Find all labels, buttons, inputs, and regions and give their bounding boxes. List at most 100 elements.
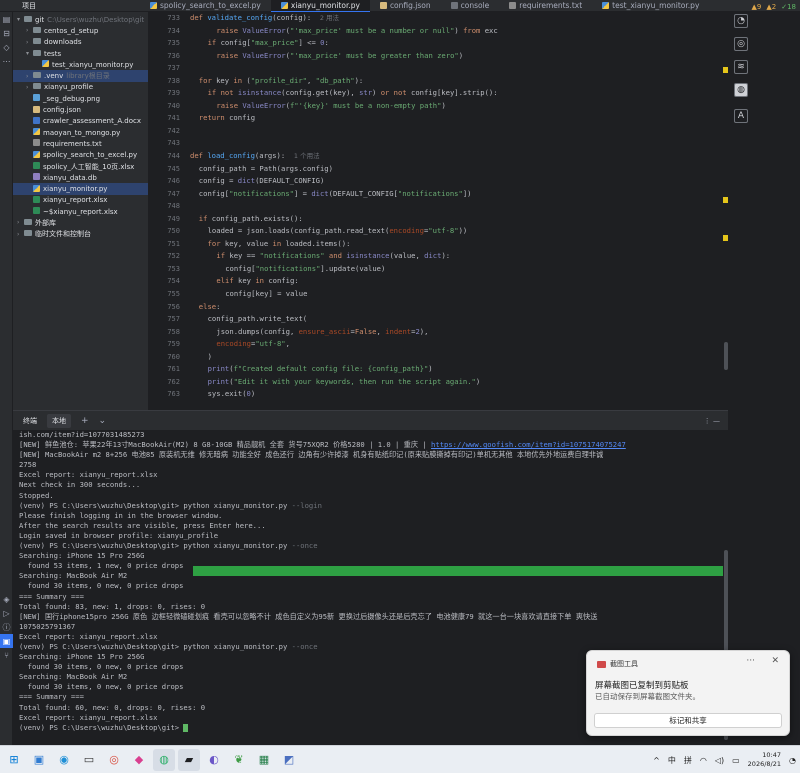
sciview-icon[interactable]: A (734, 109, 748, 123)
code-line[interactable] (190, 200, 720, 213)
git-icon[interactable]: ⑂ (0, 648, 13, 662)
app2-icon[interactable]: ◩ (278, 749, 300, 771)
code-line[interactable]: for key in ("profile_dir", "db_path"): (190, 75, 720, 88)
app-icon[interactable]: ◐ (203, 749, 225, 771)
expand-chevron-icon[interactable]: ▾ (26, 50, 33, 57)
code-line[interactable]: else: (190, 301, 720, 314)
tree-item[interactable]: requirements.txt (13, 138, 148, 149)
tree-item[interactable]: › 临时文件和控制台 (13, 229, 148, 240)
tree-item[interactable]: ~$xianyu_report.xlsx (13, 206, 148, 217)
excel-icon[interactable]: ▦ (253, 749, 275, 771)
editor-tab[interactable]: config.json (370, 0, 441, 12)
volume-icon[interactable]: ◁) (715, 756, 724, 765)
editor-tab[interactable]: xianyu_monitor.py (270, 0, 370, 12)
code-line[interactable]: encoding="utf-8", (190, 338, 720, 351)
code-line[interactable] (190, 125, 720, 138)
code-line[interactable]: elif key in config: (190, 275, 720, 288)
new-tab-button[interactable]: + (81, 416, 89, 426)
tree-item[interactable]: spolicy_search_to_excel.py (13, 150, 148, 161)
inspection-widget[interactable]: ▲9 ▲2 ✓18 (751, 3, 796, 11)
notifications-icon[interactable]: ◔ (734, 14, 748, 28)
code-line[interactable]: raise ValueError("'max_price' must be a … (190, 25, 720, 38)
code-line[interactable]: if not isinstance(config.get(key), str) … (190, 87, 720, 100)
code-line[interactable]: config["notifications"] = dict(DEFAULT_C… (190, 188, 720, 201)
tree-item[interactable]: maoyan_to_mongo.py (13, 127, 148, 138)
tab-dropdown-icon[interactable]: ⌄ (99, 416, 107, 426)
tree-item[interactable]: › centos_d_setup (13, 25, 148, 36)
terminal-icon[interactable]: ▭ (78, 749, 100, 771)
project-label[interactable]: 项目 (0, 1, 140, 11)
editor-tab[interactable]: requirements.txt (499, 0, 592, 12)
network-icon[interactable]: ◠ (700, 756, 707, 765)
chrome-icon[interactable]: ◎ (103, 749, 125, 771)
code-line[interactable]: config["notifications"].update(value) (190, 263, 720, 276)
code-line[interactable]: return config (190, 112, 720, 125)
database-icon[interactable]: ≋ (734, 60, 748, 74)
tree-item[interactable]: xianyu_report.xlsx (13, 195, 148, 206)
expand-chevron-icon[interactable]: › (17, 219, 24, 226)
tab-local[interactable]: 本地 (47, 413, 71, 428)
code-line[interactable]: json.dumps(config, ensure_ascii=False, i… (190, 326, 720, 339)
ime-indicator[interactable]: 拼 (684, 755, 692, 766)
terminal-link[interactable]: https://www.goofish.com/item?id=10751740… (431, 440, 626, 449)
code-line[interactable]: raise ValueError("'max_price' must be gr… (190, 50, 720, 63)
pycharm-icon[interactable]: ▰ (178, 748, 200, 771)
toast-more-icon[interactable]: ··· (746, 656, 755, 666)
python-packages-icon[interactable]: ◈ (0, 592, 13, 606)
tree-item[interactable]: › xianyu_profile (13, 82, 148, 93)
tree-item[interactable]: _seg_debug.png (13, 93, 148, 104)
tree-item[interactable]: › .venv library根目录 (13, 70, 148, 82)
tree-item[interactable]: ▾ tests (13, 48, 148, 59)
expand-chevron-icon[interactable]: › (26, 73, 33, 80)
more-icon[interactable]: ⋯ (0, 54, 13, 68)
code-line[interactable] (190, 137, 720, 150)
tree-item[interactable]: xianyu_data.db (13, 172, 148, 183)
ai-assistant-icon[interactable]: ◎ (734, 37, 748, 51)
edge-icon[interactable]: ◉ (53, 749, 75, 771)
code-line[interactable]: sys.exit(0) (190, 388, 720, 401)
expand-chevron-icon[interactable]: › (26, 27, 33, 34)
tree-item[interactable]: xianyu_monitor.py (13, 183, 148, 195)
code-line[interactable]: ) (190, 351, 720, 364)
expand-chevron-icon[interactable]: ▾ (17, 16, 24, 23)
code-line[interactable]: if config_path.exists(): (190, 213, 720, 226)
editor-tab[interactable]: test_xianyu_monitor.py (592, 0, 709, 12)
tree-item[interactable]: spolicy_人工智能_10页.xlsx (13, 161, 148, 172)
code-line[interactable]: config_path.write_text( (190, 313, 720, 326)
code-line[interactable] (190, 62, 720, 75)
tree-item[interactable]: config.json (13, 104, 148, 115)
expand-chevron-icon[interactable]: › (26, 39, 33, 46)
code-line[interactable]: config_path = Path(args.config) (190, 163, 720, 176)
code-line[interactable]: def load_config(args): 1 个用法 (190, 150, 720, 163)
toast-close-icon[interactable]: ✕ (771, 656, 779, 666)
mongodb-icon[interactable]: ❦ (228, 749, 250, 771)
start-icon[interactable]: ⊞ (3, 749, 25, 771)
copilot-icon[interactable]: ◍ (734, 83, 748, 97)
markup-share-button[interactable]: 标记和共享 (594, 713, 782, 728)
notification-bell-icon[interactable]: ◔ (789, 756, 796, 765)
python-console-icon[interactable]: ▷ (0, 606, 13, 620)
code-line[interactable]: if config["max_price"] <= 0: (190, 37, 720, 50)
tree-item[interactable]: test_xianyu_monitor.py (13, 59, 148, 70)
clock[interactable]: 10:47 2026/8/21 (748, 751, 781, 769)
tree-item[interactable]: › 外部库 (13, 217, 148, 228)
code-line[interactable]: print("Edit it with your keywords, then … (190, 376, 720, 389)
battery-icon[interactable]: ▭ (732, 756, 740, 765)
code-line[interactable]: config = dict(DEFAULT_CONFIG) (190, 175, 720, 188)
jetbrains-icon[interactable]: ◆ (128, 749, 150, 771)
tray-chevron-icon[interactable]: ^ (653, 756, 660, 765)
code-line[interactable]: loaded = json.loads(config_path.read_tex… (190, 225, 720, 238)
photos-icon[interactable]: ▣ (28, 749, 50, 771)
language-indicator[interactable]: 中 (668, 755, 676, 766)
terminal-options-icon[interactable]: ⋮ — (704, 417, 720, 425)
tree-item[interactable]: › downloads (13, 37, 148, 48)
code-line[interactable]: for key, value in loaded.items(): (190, 238, 720, 251)
structure-icon[interactable]: ⊟ (0, 26, 13, 40)
problems-icon[interactable]: ⓘ (0, 620, 13, 634)
code-line[interactable]: raise ValueError(f"'{key}' must be a non… (190, 100, 720, 113)
code-area[interactable]: def validate_config(config): 2 用法 raise V… (190, 12, 720, 410)
terminal-title[interactable]: 终端 (23, 416, 37, 426)
snipping-toast[interactable]: 截图工具 ··· ✕ 屏幕截图已复制到剪贴板 已自动保存到屏幕截图文件夹。 标记… (586, 650, 790, 736)
code-line[interactable]: def validate_config(config): 2 用法 (190, 12, 720, 25)
terminal-tool-icon[interactable]: ▣ (0, 634, 13, 648)
